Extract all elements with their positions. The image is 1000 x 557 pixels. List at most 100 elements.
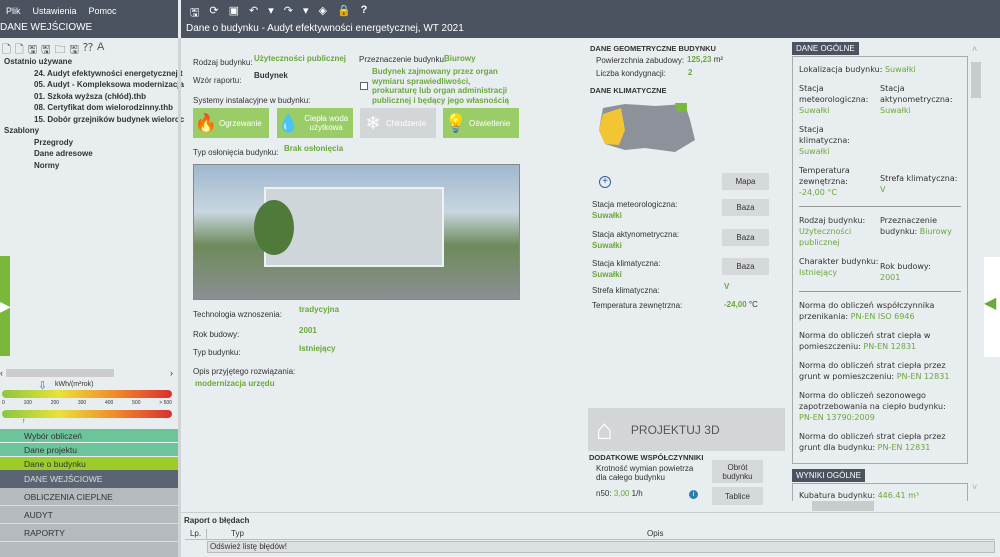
akt-station-value: Suwałki xyxy=(592,241,622,250)
tick: 400 xyxy=(105,400,114,406)
tables-button[interactable]: Tablice xyxy=(712,487,763,505)
checkbox-label: Budynek zajmowany przez organ wymiaru sp… xyxy=(372,67,509,105)
met-base-button[interactable]: Baza xyxy=(722,199,769,216)
rotate-building-button[interactable]: Obrót budynku xyxy=(712,460,763,483)
step-wybor[interactable]: Wybór obliczeń xyxy=(0,429,178,442)
tick: > 500 xyxy=(159,400,172,406)
undo-icon[interactable]: ↶ xyxy=(249,4,258,23)
akt-base-button[interactable]: Baza xyxy=(722,229,769,246)
section-audyt[interactable]: AUDYT xyxy=(0,506,178,524)
label: Rodzaj budynku: xyxy=(193,58,253,67)
area-value[interactable]: 125,23 xyxy=(687,55,711,64)
col-lp: Lp. xyxy=(185,529,207,539)
pointer-icon: ↑ xyxy=(22,418,26,425)
error-row[interactable]: Odśwież listę błędów! xyxy=(207,541,995,553)
label: Stacja aktynometryczna: xyxy=(592,230,680,239)
section-obliczenia[interactable]: OBLICZENIA CIEPLNE xyxy=(0,488,178,506)
tree-item[interactable]: 01. Szkoła wyższa (chłód).thb xyxy=(4,91,184,103)
divider xyxy=(799,291,961,292)
scroll-left-icon[interactable]: ‹ xyxy=(0,368,3,378)
value: V xyxy=(880,185,886,194)
value: Suwałki xyxy=(884,65,916,74)
map-button[interactable]: Mapa xyxy=(722,173,769,190)
lock-icon[interactable]: 🔒 xyxy=(337,4,351,23)
tree-item[interactable]: 05. Audyt - Kompleksowa modernizacja xyxy=(4,79,184,91)
section-raporty[interactable]: RAPORTY xyxy=(0,524,178,542)
system-chlodzenie-button[interactable]: ❄ Chłodzenie xyxy=(360,108,436,138)
tree-item[interactable]: Przegrody xyxy=(4,137,184,149)
report-template-value[interactable]: Budynek xyxy=(254,71,288,80)
building-type-value[interactable]: Użyteczności publicznej xyxy=(254,54,346,63)
label: Liczba kondygnacji: xyxy=(596,69,666,78)
section-dane-wejsciowe[interactable]: DANE WEJŚCIOWE xyxy=(0,470,178,488)
results-scrollbar-h[interactable] xyxy=(812,501,874,511)
tick: 500 xyxy=(132,400,141,406)
divider xyxy=(178,0,181,38)
vertical-scrollbar[interactable] xyxy=(971,62,981,98)
menu-plik[interactable]: Plik xyxy=(6,6,21,16)
label: Charakter budynku: xyxy=(799,257,879,266)
n50-value[interactable]: 3,00 xyxy=(614,489,630,498)
building-kind-value[interactable]: Istniejący xyxy=(299,344,335,353)
building-purpose-value[interactable]: Biurowy xyxy=(444,54,476,63)
right-collapse-handle[interactable]: ◀ xyxy=(984,257,1000,357)
toolbar: 🖫 ⟳ ▣ ↶ ▾ ↷ ▾ ◈ 🔒? xyxy=(190,4,367,23)
menu-pomoc[interactable]: Pomoc xyxy=(89,6,117,16)
system-oswietlenie-button[interactable]: 💡 Oświetlenie xyxy=(443,108,519,138)
kli-base-button[interactable]: Baza xyxy=(722,258,769,275)
preview-icon[interactable]: ▣ xyxy=(229,4,239,23)
horizontal-scrollbar[interactable] xyxy=(6,369,114,377)
checkbox-public-body[interactable] xyxy=(360,82,368,90)
scale-ticks: 0 100 200 300 400 500 > 500 xyxy=(2,400,172,406)
technology-value[interactable]: tradycyjna xyxy=(299,305,339,314)
label: Stacja klimatyczna: xyxy=(592,259,661,268)
section-title: DANE OGÓLNE xyxy=(792,42,859,55)
shading-value[interactable]: Brak osłonięcia xyxy=(284,144,343,153)
tree-item[interactable]: 15. Dobór grzejników budynek wieloroc xyxy=(4,114,184,126)
value: PN-EN 12831 xyxy=(877,443,931,452)
left-title: DANE WEJŚCIOWE xyxy=(0,22,93,33)
help-icon[interactable]: ? xyxy=(361,4,368,23)
section-title: DODATKOWE WSPÓŁCZYNNIKI xyxy=(589,453,704,462)
layers-icon[interactable]: ◈ xyxy=(319,4,327,23)
menu-ustawienia[interactable]: Ustawienia xyxy=(33,6,77,16)
error-report: Raport o błędach Lp. Typ Opis Odśwież li… xyxy=(181,512,1000,557)
refresh-icon[interactable]: ⟳ xyxy=(209,4,218,23)
step-dane-budynku[interactable]: Dane o budynku xyxy=(0,457,178,470)
tree-node-templates[interactable]: Szablony xyxy=(4,125,184,137)
tree-item[interactable]: Dane adresowe xyxy=(4,148,184,160)
expand-left-arrow-icon[interactable]: ▶ xyxy=(0,256,11,356)
info-icon[interactable]: i xyxy=(689,490,698,499)
scroll-up-icon[interactable]: ˄ xyxy=(972,44,977,54)
kli-station-value: Suwałki xyxy=(592,270,622,279)
value: Suwałki xyxy=(880,106,911,115)
system-cwu-button[interactable]: 💧 Ciepła woda użytkowa xyxy=(277,108,353,138)
redo-icon[interactable]: ↷ xyxy=(284,4,293,23)
undo-dropdown-icon[interactable]: ▾ xyxy=(268,4,274,23)
step-dane-projektu[interactable]: Dane projektu xyxy=(0,443,178,456)
storeys-value[interactable]: 2 xyxy=(688,68,692,77)
scroll-right-icon[interactable]: › xyxy=(170,368,173,378)
value: Istniejący xyxy=(799,268,838,277)
scroll-down-icon[interactable]: ˅ xyxy=(972,482,977,492)
description-value[interactable]: modernizacja urzędu xyxy=(195,379,275,388)
projektuj-3d-button[interactable]: ⌂ PROJEKTUJ 3D xyxy=(588,408,785,451)
divider xyxy=(799,206,961,207)
label: Rok budowy: xyxy=(880,262,931,271)
expand-right-arrow-icon[interactable]: ◀ xyxy=(984,293,1000,313)
tree-item[interactable]: 24. Audyt efektywności energetycznej.t xyxy=(4,68,184,80)
tree-item[interactable]: 08. Certyfikat dom wielorodzinny.thb xyxy=(4,102,184,114)
unit: °C xyxy=(748,300,758,309)
year-value[interactable]: 2001 xyxy=(299,326,317,335)
tree-item[interactable]: Normy xyxy=(4,160,184,172)
system-ogrzewanie-button[interactable]: 🔥 Ogrzewanie xyxy=(193,108,269,138)
error-title: Raport o błędach xyxy=(184,516,250,525)
save-icon[interactable]: 🖫 xyxy=(190,4,199,23)
zoom-in-icon[interactable]: + xyxy=(599,176,611,188)
splitter[interactable] xyxy=(178,38,181,557)
redo-dropdown-icon[interactable]: ▾ xyxy=(303,4,309,23)
col-typ: Typ xyxy=(231,529,244,538)
tree-node-recent[interactable]: Ostatnio używane xyxy=(4,56,184,68)
label: Strefa klimatyczna: xyxy=(880,174,958,183)
poland-map[interactable] xyxy=(595,100,695,152)
